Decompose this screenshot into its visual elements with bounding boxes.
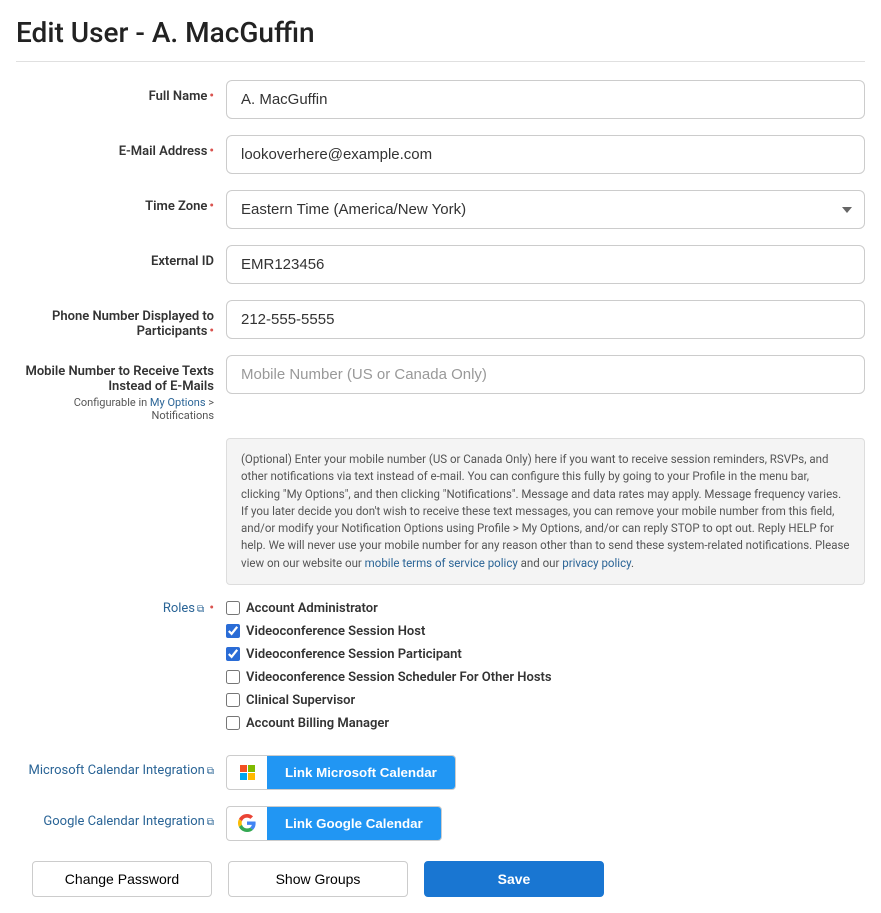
label-email-text: E-Mail Address [119, 144, 208, 159]
label-phone-displayed: Phone Number Displayed to Participants• [16, 300, 226, 339]
label-roles: Roles⧉ • [16, 601, 226, 616]
label-external-id: External ID [16, 245, 226, 269]
google-icon [227, 814, 267, 832]
microsoft-icon [227, 765, 267, 780]
required-indicator: • [209, 324, 214, 339]
label-roles-text: Roles [163, 601, 195, 616]
label-mobile-number-text: Mobile Number to Receive Texts Instead o… [25, 364, 214, 394]
help-text-3: . [631, 556, 634, 570]
row-full-name: Full Name• [16, 80, 865, 119]
role-item[interactable]: Account Administrator [226, 601, 865, 616]
row-help: (Optional) Enter your mobile number (US … [16, 438, 865, 585]
label-mobile-number: Mobile Number to Receive Texts Instead o… [16, 355, 226, 422]
help-text-2: and our [518, 556, 562, 570]
label-ms-cal: Microsoft Calendar Integration⧉ [16, 755, 226, 778]
role-checkbox[interactable] [226, 716, 240, 730]
mobile-number-input[interactable] [226, 355, 865, 394]
help-text-1: (Optional) Enter your mobile number (US … [241, 452, 850, 570]
required-indicator: • [209, 601, 214, 616]
timezone-select[interactable]: Eastern Time (America/New York) [226, 190, 865, 229]
mobile-help-text: (Optional) Enter your mobile number (US … [226, 438, 865, 585]
external-id-input[interactable] [226, 245, 865, 284]
role-label: Account Billing Manager [246, 716, 389, 731]
ms-cal-link[interactable]: Microsoft Calendar Integration⧉ [29, 763, 214, 778]
row-roles: Roles⧉ • Account Administrator Videoconfe… [16, 601, 865, 739]
label-full-name-text: Full Name [149, 89, 208, 104]
roles-list: Account Administrator Videoconference Ses… [226, 601, 865, 739]
label-g-cal: Google Calendar Integration⧉ [16, 806, 226, 829]
roles-link[interactable]: Roles⧉ [163, 601, 208, 616]
external-link-icon: ⧉ [197, 604, 204, 615]
role-label: Clinical Supervisor [246, 693, 355, 708]
link-ms-calendar-label: Link Microsoft Calendar [267, 756, 455, 789]
label-external-id-text: External ID [151, 254, 214, 269]
g-cal-link[interactable]: Google Calendar Integration⧉ [43, 814, 214, 829]
row-phone-displayed: Phone Number Displayed to Participants• [16, 300, 865, 339]
row-mobile-number: Mobile Number to Receive Texts Instead o… [16, 355, 865, 422]
page-title: Edit User - A. MacGuffin [16, 16, 865, 62]
label-email: E-Mail Address• [16, 135, 226, 159]
link-ms-calendar-button[interactable]: Link Microsoft Calendar [226, 755, 456, 790]
role-label: Account Administrator [246, 601, 378, 616]
role-label: Videoconference Session Host [246, 624, 425, 639]
role-item[interactable]: Account Billing Manager [226, 716, 865, 731]
role-item[interactable]: Videoconference Session Scheduler For Ot… [226, 670, 865, 685]
row-timezone: Time Zone• Eastern Time (America/New Yor… [16, 190, 865, 229]
change-password-button[interactable]: Change Password [32, 861, 212, 897]
row-external-id: External ID [16, 245, 865, 284]
row-email: E-Mail Address• [16, 135, 865, 174]
privacy-policy-link[interactable]: privacy policy [562, 556, 631, 570]
label-phone-displayed-text: Phone Number Displayed to Participants [52, 309, 214, 339]
required-indicator: • [209, 89, 214, 104]
role-item[interactable]: Videoconference Session Participant [226, 647, 865, 662]
role-label: Videoconference Session Scheduler For Ot… [246, 670, 552, 685]
link-g-calendar-label: Link Google Calendar [267, 807, 441, 840]
role-checkbox[interactable] [226, 624, 240, 638]
label-full-name: Full Name• [16, 80, 226, 104]
role-checkbox[interactable] [226, 670, 240, 684]
save-button[interactable]: Save [424, 861, 604, 897]
mobile-sublabel: Configurable in My Options > Notificatio… [16, 396, 214, 422]
mobile-sublabel-prefix: Configurable in [74, 396, 150, 409]
role-item[interactable]: Videoconference Session Host [226, 624, 865, 639]
external-link-icon: ⧉ [207, 766, 214, 777]
email-input[interactable] [226, 135, 865, 174]
mobile-tos-link[interactable]: mobile terms of service policy [365, 556, 518, 570]
role-label: Videoconference Session Participant [246, 647, 462, 662]
role-checkbox[interactable] [226, 647, 240, 661]
label-g-cal-text: Google Calendar Integration [43, 814, 204, 829]
required-indicator: • [209, 144, 214, 159]
phone-displayed-input[interactable] [226, 300, 865, 339]
label-timezone-text: Time Zone [145, 199, 207, 214]
role-checkbox[interactable] [226, 601, 240, 615]
link-g-calendar-button[interactable]: Link Google Calendar [226, 806, 442, 841]
row-ms-cal: Microsoft Calendar Integration⧉ Link Mic… [16, 755, 865, 790]
label-ms-cal-text: Microsoft Calendar Integration [29, 763, 205, 778]
external-link-icon: ⧉ [207, 817, 214, 828]
full-name-input[interactable] [226, 80, 865, 119]
role-item[interactable]: Clinical Supervisor [226, 693, 865, 708]
row-g-cal: Google Calendar Integration⧉ Link Google… [16, 806, 865, 841]
role-checkbox[interactable] [226, 693, 240, 707]
show-groups-button[interactable]: Show Groups [228, 861, 408, 897]
required-indicator: • [209, 199, 214, 214]
my-options-link[interactable]: My Options [150, 396, 206, 409]
label-timezone: Time Zone• [16, 190, 226, 214]
bottom-actions: Change Password Show Groups Save [16, 861, 865, 897]
